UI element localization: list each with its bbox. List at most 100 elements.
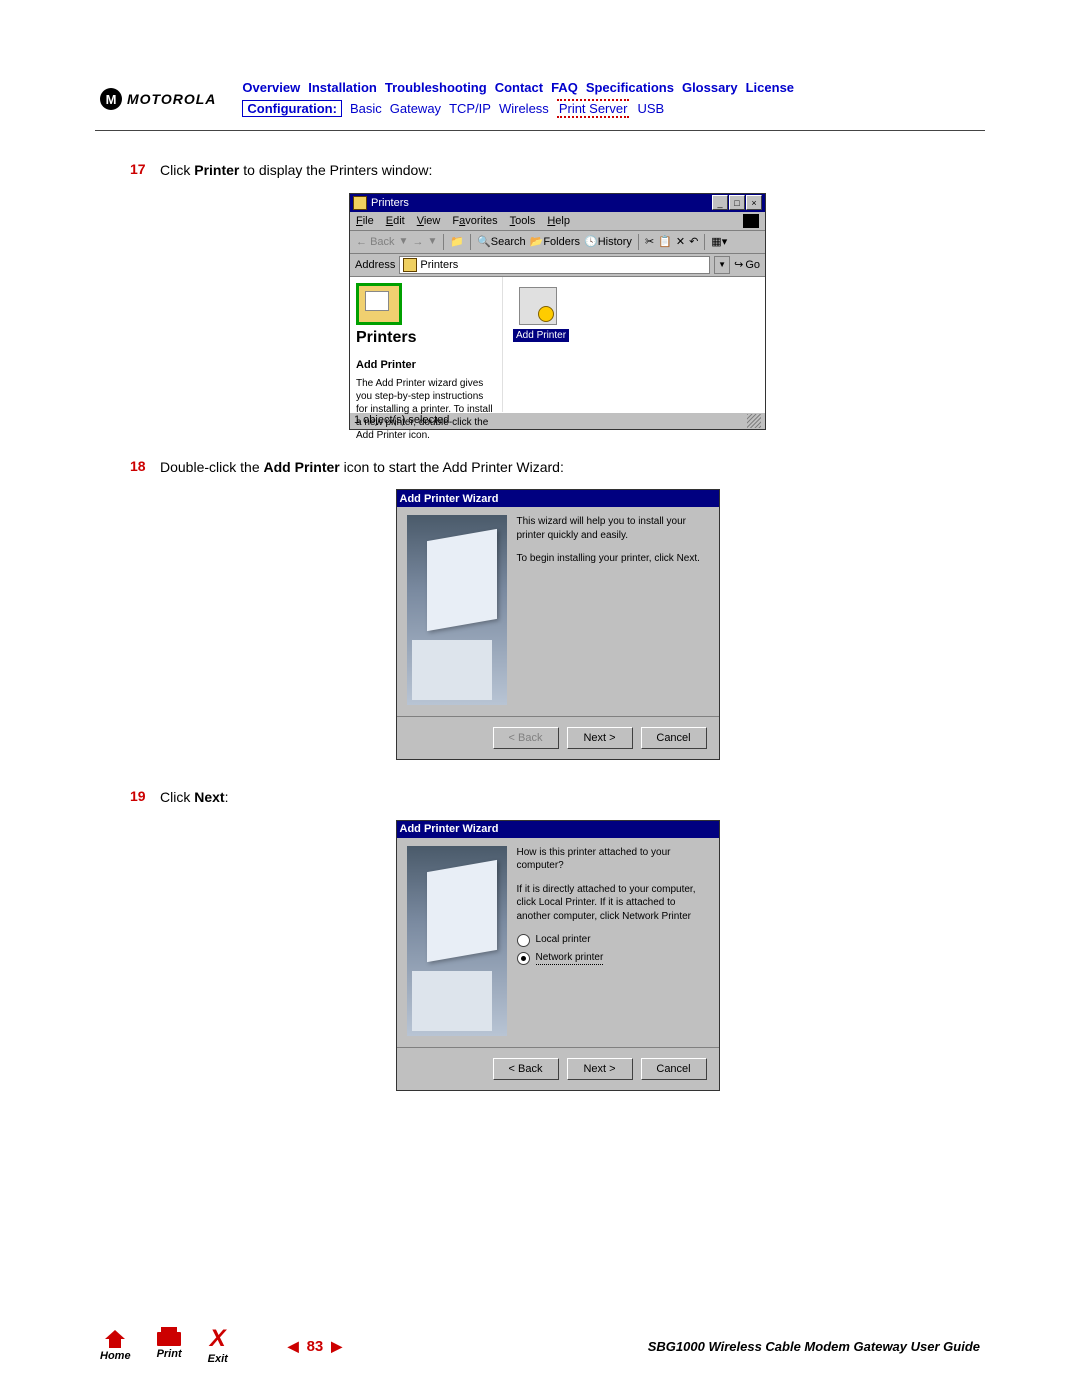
windows-logo-icon xyxy=(743,214,759,228)
cancel-button[interactable]: Cancel xyxy=(641,727,707,749)
address-label: Address xyxy=(355,259,395,271)
local-printer-radio[interactable]: Local printer xyxy=(517,933,709,947)
menu-favorites[interactable]: Favorites xyxy=(452,215,497,227)
nav-faq[interactable]: FAQ xyxy=(551,80,578,95)
maximize-button[interactable]: □ xyxy=(729,195,745,210)
next-button[interactable]: Next > xyxy=(567,727,633,749)
back-button[interactable]: < Back xyxy=(493,1058,559,1080)
toolbar-extra-icon[interactable]: ✂ xyxy=(645,235,654,248)
subnav-usb[interactable]: USB xyxy=(637,101,664,116)
subnav-tcpip[interactable]: TCP/IP xyxy=(449,101,491,116)
page-number: 83 xyxy=(307,1338,324,1355)
info-panel: Printers Add Printer The Add Printer wiz… xyxy=(350,277,503,412)
up-button[interactable]: 📁 xyxy=(450,235,464,248)
menu-help[interactable]: Help xyxy=(547,215,570,227)
nav-troubleshooting[interactable]: Troubleshooting xyxy=(385,80,487,95)
step-bold: Add Printer xyxy=(264,459,340,475)
menu-tools[interactable]: Tools xyxy=(510,215,536,227)
views-button[interactable]: ▦▾ xyxy=(711,235,727,248)
wizard-graphic xyxy=(407,515,507,705)
prev-page-button[interactable]: ◀ xyxy=(288,1338,299,1355)
printer-icon xyxy=(157,1332,181,1346)
step-text: : xyxy=(225,789,229,805)
nav-glossary[interactable]: Glossary xyxy=(682,80,738,95)
address-field[interactable]: Printers xyxy=(399,256,710,274)
forward-button[interactable]: → xyxy=(412,236,423,248)
nav-specifications[interactable]: Specifications xyxy=(586,80,674,95)
go-button[interactable]: ↪Go xyxy=(734,258,760,271)
add-printer-label: Add Printer xyxy=(513,329,569,342)
home-label: Home xyxy=(100,1350,131,1362)
printers-category-icon xyxy=(356,283,402,325)
address-bar: Address Printers ▼ ↪Go xyxy=(350,254,765,277)
nav-contact[interactable]: Contact xyxy=(495,80,543,95)
wizard-intro: This wizard will help you to install you… xyxy=(517,515,709,542)
nav-configuration[interactable]: Configuration: xyxy=(242,100,342,117)
exit-button[interactable]: X Exit xyxy=(208,1327,228,1365)
add-printer-icon xyxy=(519,287,557,325)
panel-title: Printers xyxy=(356,329,496,347)
next-page-button[interactable]: ▶ xyxy=(331,1338,342,1355)
toolbar: ← Back ▼ → ▼ 📁 🔍Search 📂Folders 🕓History… xyxy=(350,231,765,254)
toolbar-delete-icon[interactable]: ✕ xyxy=(676,235,685,248)
subnav-wireless[interactable]: Wireless xyxy=(499,101,549,116)
close-button[interactable]: × xyxy=(746,195,762,210)
home-button[interactable]: Home xyxy=(100,1330,131,1362)
file-pane: Add Printer xyxy=(503,277,765,412)
subnav-print-server[interactable]: Print Server xyxy=(557,99,630,118)
toolbar-undo-icon[interactable]: ↶ xyxy=(689,235,698,248)
toolbar-extra-icon[interactable]: 📋 xyxy=(658,235,672,248)
menu-edit[interactable]: Edit xyxy=(386,215,405,227)
step-number: 19 xyxy=(130,788,160,808)
panel-description: The Add Printer wizard gives you step-by… xyxy=(356,377,496,442)
folder-icon xyxy=(403,258,417,272)
panel-subtitle: Add Printer xyxy=(356,359,496,371)
step-17: 17 Click Printer to display the Printers… xyxy=(130,161,985,181)
forward-dropdown[interactable]: ▼ xyxy=(427,236,437,247)
address-value: Printers xyxy=(420,259,458,271)
add-printer-item[interactable]: Add Printer xyxy=(513,287,755,342)
step-text: icon to start the Add Printer Wizard: xyxy=(340,459,564,475)
minimize-button[interactable]: _ xyxy=(712,195,728,210)
folders-button[interactable]: 📂Folders xyxy=(530,235,580,248)
subnav-basic[interactable]: Basic xyxy=(350,101,382,116)
exit-label: Exit xyxy=(208,1353,228,1365)
status-text: 1 object(s) selected xyxy=(354,414,449,428)
print-button[interactable]: Print xyxy=(157,1332,182,1360)
menu-view[interactable]: View xyxy=(417,215,441,227)
step-bold: Next xyxy=(194,789,224,805)
wizard-titlebar: Add Printer Wizard xyxy=(397,490,719,507)
step-number: 18 xyxy=(130,458,160,478)
nav-license[interactable]: License xyxy=(746,80,794,95)
step-text: to display the Printers window: xyxy=(239,162,432,178)
print-label: Print xyxy=(157,1348,182,1360)
home-icon xyxy=(105,1330,125,1348)
history-button[interactable]: 🕓History xyxy=(584,235,632,248)
printers-window: Printers _ □ × File Edit View Favorites … xyxy=(349,193,766,430)
wizard-titlebar: Add Printer Wizard xyxy=(397,821,719,838)
step-18: 18 Double-click the Add Printer icon to … xyxy=(130,458,985,478)
next-button[interactable]: Next > xyxy=(567,1058,633,1080)
back-dropdown[interactable]: ▼ xyxy=(399,236,409,247)
close-icon: X xyxy=(210,1327,226,1351)
primary-nav: Overview Installation Troubleshooting Co… xyxy=(242,80,980,95)
step-number: 17 xyxy=(130,161,160,181)
nav-installation[interactable]: Installation xyxy=(308,80,377,95)
nav-overview[interactable]: Overview xyxy=(242,80,300,95)
menu-file[interactable]: File xyxy=(356,215,374,227)
resize-grip-icon[interactable] xyxy=(747,414,761,428)
radio-icon xyxy=(517,952,530,965)
page-footer: Home Print X Exit ◀ 83 ▶ SBG1000 Wireles… xyxy=(0,1327,1080,1365)
back-button[interactable]: < Back xyxy=(493,727,559,749)
cancel-button[interactable]: Cancel xyxy=(641,1058,707,1080)
wizard-title: Add Printer Wizard xyxy=(400,823,499,835)
subnav-gateway[interactable]: Gateway xyxy=(390,101,441,116)
address-dropdown[interactable]: ▼ xyxy=(714,256,730,274)
printers-folder-icon xyxy=(353,196,367,210)
back-button[interactable]: ← Back xyxy=(356,236,395,248)
network-printer-radio[interactable]: Network printer xyxy=(517,951,709,966)
step-text: Double-click the xyxy=(160,459,264,475)
window-titlebar: Printers _ □ × xyxy=(350,194,765,212)
page-navigation: ◀ 83 ▶ xyxy=(288,1338,342,1355)
search-button[interactable]: 🔍Search xyxy=(477,235,526,248)
